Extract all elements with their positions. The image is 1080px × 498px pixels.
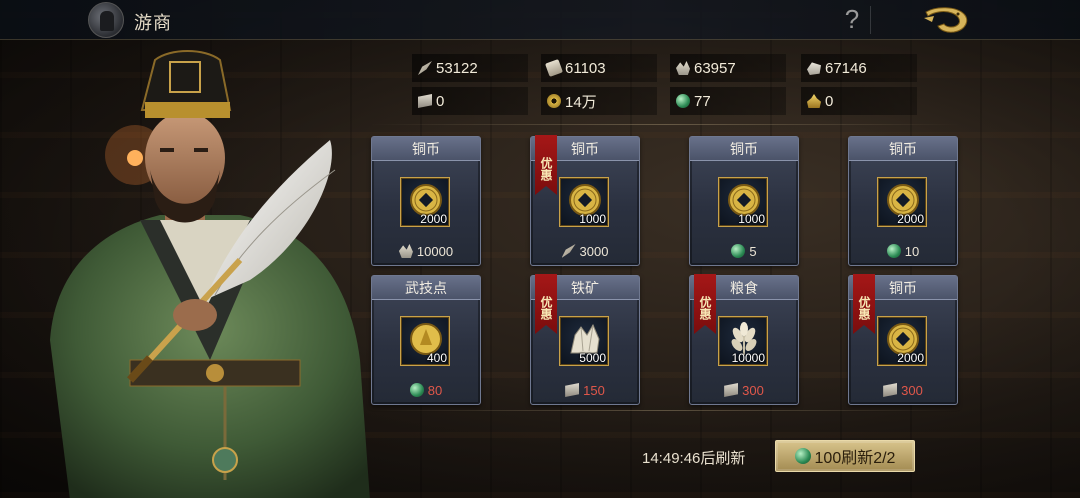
- shop-item-name: 铜币: [690, 137, 798, 161]
- shop-item-card[interactable]: 铜币 2000 10: [848, 136, 958, 266]
- coin-icon: [547, 94, 561, 108]
- shop-item-price-value: 300: [901, 382, 923, 398]
- shop-item-price: 10000: [372, 242, 480, 260]
- jade-icon: [886, 244, 901, 258]
- discount-badge: 优惠: [535, 135, 557, 195]
- feather-icon: [418, 61, 432, 75]
- resource-value: 14万: [565, 93, 597, 111]
- resource-value: 53122: [436, 59, 478, 77]
- help-icon[interactable]: ?: [840, 4, 864, 34]
- ticket-icon: [724, 383, 739, 397]
- shop-item-card[interactable]: 铜币 2000 10000: [371, 136, 481, 266]
- ticket-icon: [418, 94, 432, 108]
- shop-item-price: 80: [372, 381, 480, 399]
- shop-item-price-value: 3000: [579, 243, 609, 259]
- shop-item-card[interactable]: 粮食 10000 300 优惠: [689, 274, 799, 405]
- resource-value: 0: [436, 92, 445, 110]
- resource-stone: 67146: [801, 54, 917, 82]
- shop-item-card[interactable]: 铜币 2000 300 优惠: [848, 274, 958, 405]
- shop-item-quantity: 2000: [420, 212, 447, 226]
- resource-value: 63957: [694, 59, 736, 77]
- shop-item-price-value: 10: [904, 243, 920, 259]
- ore-icon: [676, 61, 690, 75]
- merchant-emblem-icon: [88, 2, 124, 38]
- shop-item-icon-frame: 2000: [877, 177, 927, 227]
- scroll-icon: [545, 59, 563, 77]
- gold-icon: [807, 94, 821, 108]
- refresh-timer: 14:49:46后刷新: [642, 450, 746, 467]
- shop-item-icon-frame: 2000: [400, 177, 450, 227]
- refresh-button[interactable]: 100刷新2/2: [775, 440, 915, 472]
- shop-item-price-value: 150: [583, 382, 605, 398]
- stone-icon: [807, 62, 821, 75]
- resource-coin: 14万: [541, 87, 657, 115]
- shop-item-icon-frame: 5000: [559, 316, 609, 366]
- shop-item-price: 10: [849, 242, 957, 260]
- shop-item-price: 300: [849, 381, 957, 399]
- discount-badge: 优惠: [853, 274, 875, 334]
- resource-ticket: 0: [412, 87, 528, 115]
- shop-item-quantity: 1000: [579, 212, 606, 226]
- shop-item-name: 武技点: [372, 276, 480, 300]
- shop-item-card[interactable]: 铁矿 5000 150 优惠: [530, 274, 640, 405]
- shop-item-price: 300: [690, 381, 798, 399]
- shop-item-quantity: 2000: [897, 212, 924, 226]
- resource-scroll: 61103: [541, 54, 657, 82]
- shop-item-quantity: 2000: [897, 351, 924, 365]
- shop-item-price: 3000: [531, 242, 639, 260]
- shop-item-card[interactable]: 铜币 1000 3000 优惠: [530, 135, 640, 266]
- resource-feather: 53122: [412, 54, 528, 82]
- shop-item-price-value: 10000: [416, 243, 454, 259]
- resource-value: 67146: [825, 59, 867, 77]
- jade-icon: [731, 244, 746, 258]
- resource-value: 61103: [565, 59, 606, 77]
- merchant-character-portrait: [50, 50, 370, 498]
- ore-icon: [398, 244, 413, 258]
- shop-top-divider: [370, 124, 960, 125]
- resource-jade: 77: [670, 87, 786, 115]
- shop-item-price-value: 300: [742, 382, 764, 398]
- shop-item-quantity: 400: [426, 351, 447, 365]
- resource-value: 0: [825, 92, 834, 110]
- shop-item-name: 铜币: [849, 137, 957, 161]
- back-dragon-icon[interactable]: [920, 4, 972, 36]
- shop-item-icon-frame: 1000: [718, 177, 768, 227]
- shop-item-price-value: 80: [427, 382, 443, 398]
- shop-item-card[interactable]: 武技点 400 80: [371, 275, 481, 405]
- shop-item-price-value: 5: [749, 243, 757, 259]
- shop-item-icon-frame: 400: [400, 316, 450, 366]
- shop-item-icon-frame: 10000: [718, 316, 768, 366]
- jade-icon: [794, 448, 811, 464]
- shop-item-quantity: 1000: [738, 212, 765, 226]
- refresh-button-label: 100刷新2/2: [814, 450, 896, 467]
- resource-gold: 0: [801, 87, 917, 115]
- discount-badge: 优惠: [535, 274, 557, 334]
- discount-badge: 优惠: [694, 274, 716, 334]
- shop-item-price: 150: [531, 381, 639, 399]
- page-title: 游商: [134, 13, 172, 33]
- ticket-icon: [883, 383, 898, 397]
- jade-icon: [676, 94, 690, 108]
- feather-icon: [561, 244, 576, 258]
- shop-item-card[interactable]: 铜币 1000 5: [689, 136, 799, 266]
- shop-bottom-divider: [370, 410, 960, 411]
- shop-item-name: 铜币: [372, 137, 480, 161]
- ticket-icon: [565, 383, 580, 397]
- resource-value: 77: [694, 92, 711, 110]
- shop-item-quantity: 10000: [731, 351, 765, 365]
- top-bar: 游商 ?: [0, 0, 1080, 40]
- shop-item-icon-frame: 2000: [877, 316, 927, 366]
- shop-item-quantity: 5000: [579, 351, 606, 365]
- shop-item-icon-frame: 1000: [559, 177, 609, 227]
- jade-icon: [409, 383, 424, 397]
- resource-ore: 63957: [670, 54, 786, 82]
- shop-item-price: 5: [690, 242, 798, 260]
- divider: [870, 6, 871, 34]
